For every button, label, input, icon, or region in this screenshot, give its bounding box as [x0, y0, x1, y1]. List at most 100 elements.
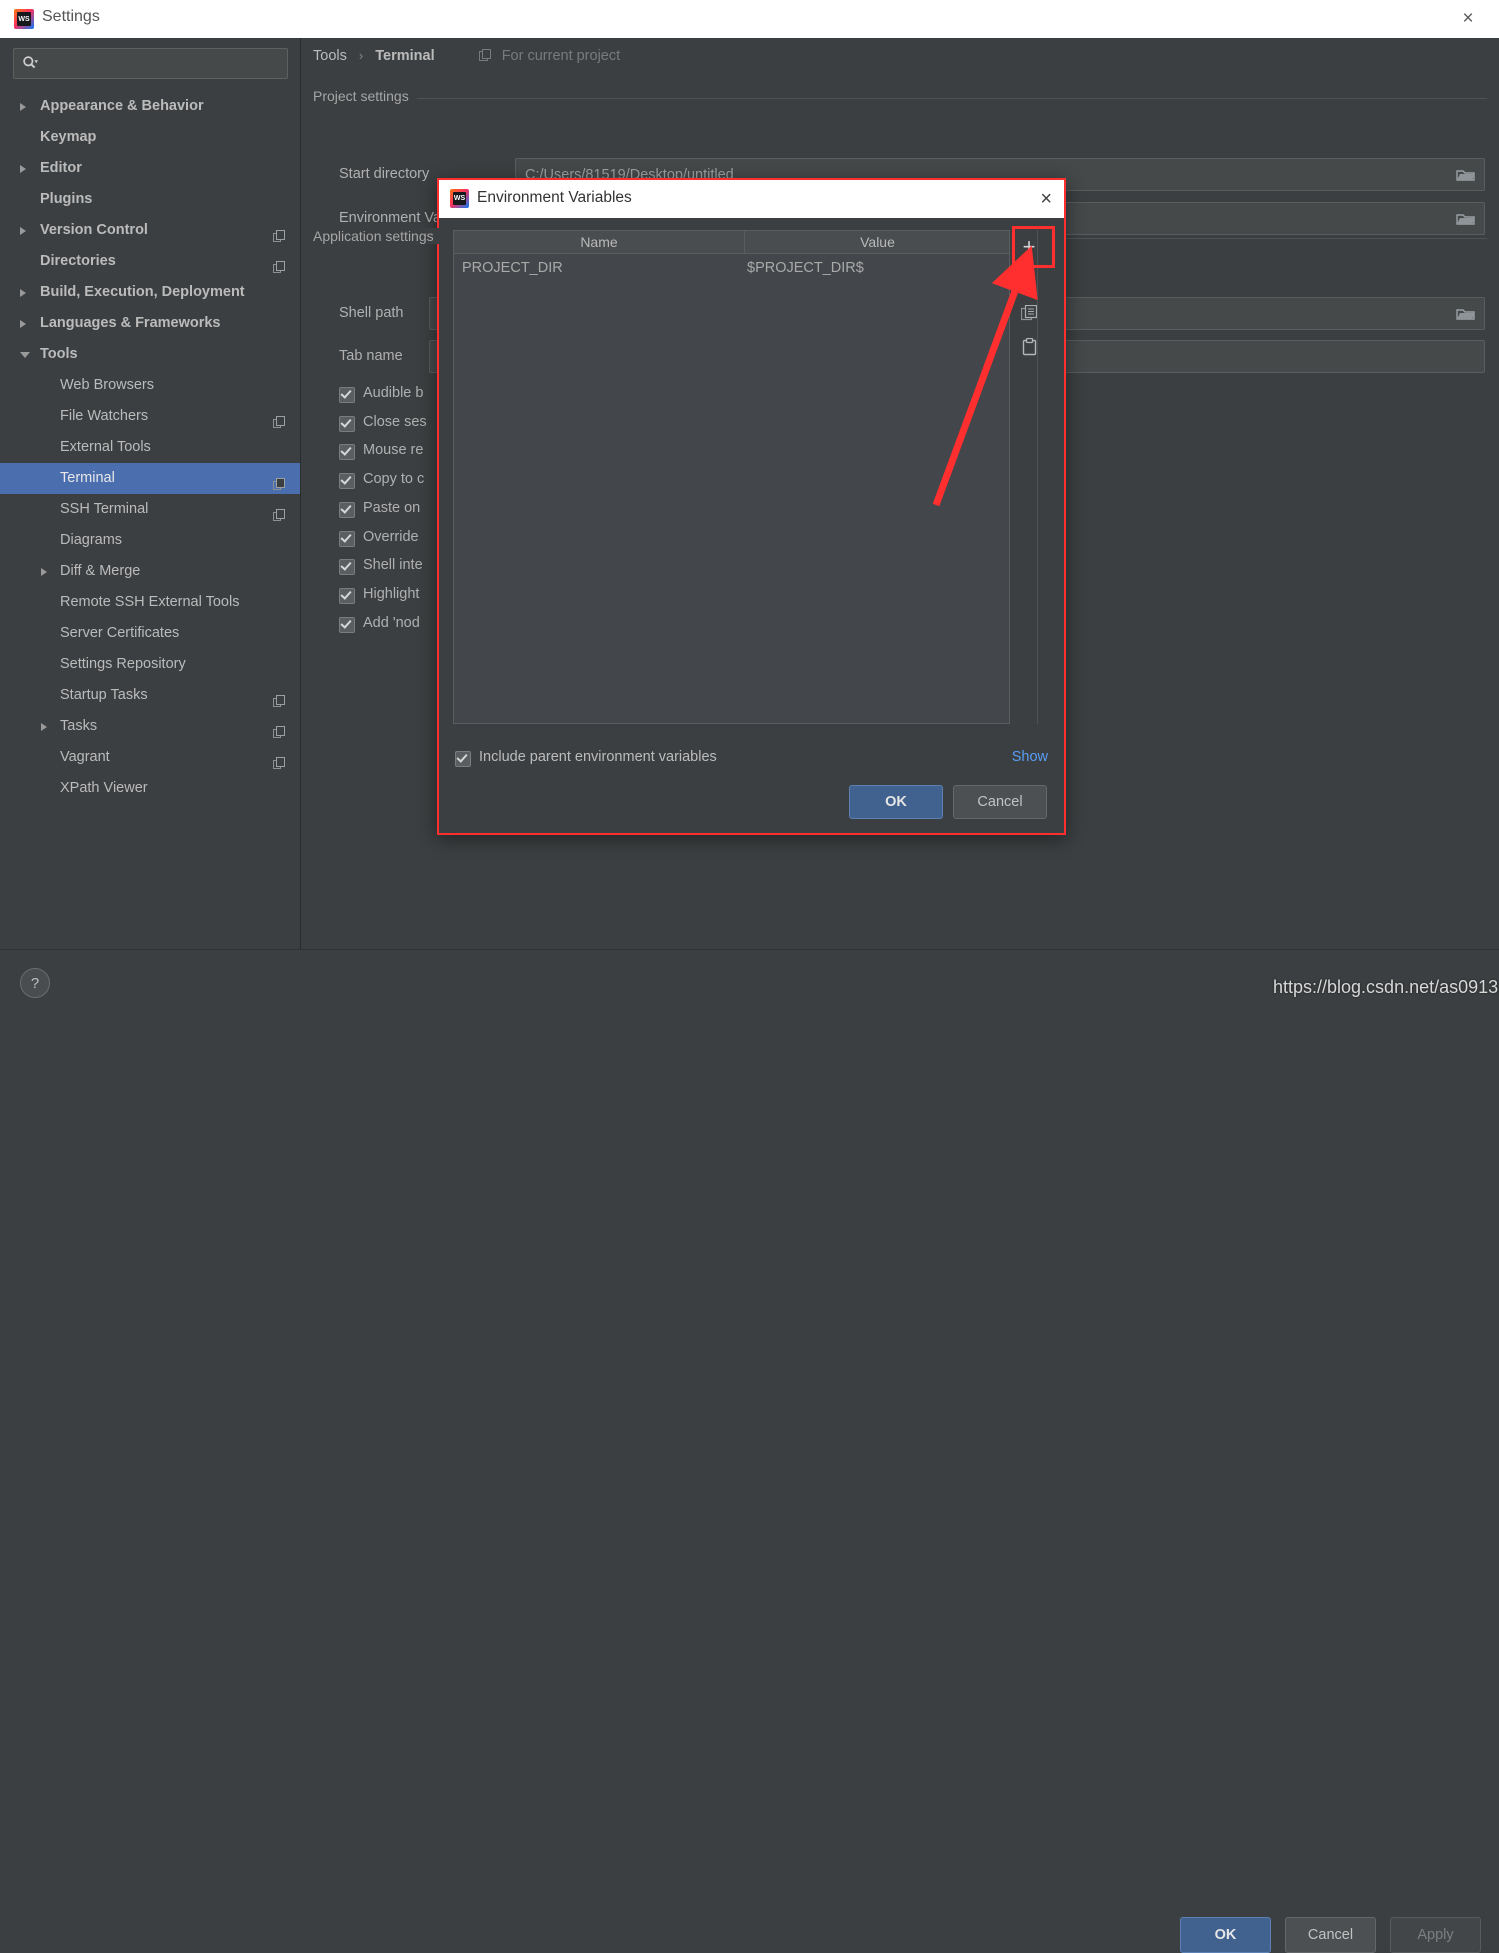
settings-window: Settings × Appearance & Behavior Keymap Ed… — [0, 0, 1499, 1953]
chevron-right-icon[interactable] — [20, 277, 32, 308]
sidebar-item-diff-merge[interactable]: Diff & Merge — [0, 556, 300, 587]
help-button[interactable]: ? — [20, 968, 50, 998]
application-settings-group-title: Application settings — [313, 228, 442, 244]
window-title: Settings — [42, 8, 100, 25]
sidebar-item-plugins[interactable]: Plugins — [0, 184, 300, 215]
sidebar-item-external-tools[interactable]: External Tools — [0, 432, 300, 463]
breadcrumb: Tools › Terminal For current project — [313, 48, 620, 66]
chevron-right-icon[interactable] — [20, 91, 32, 122]
tab-name-label: Tab name — [339, 348, 403, 364]
sidebar-item-label: XPath Viewer — [60, 780, 148, 796]
sidebar-item-label: Diff & Merge — [60, 563, 141, 579]
search-input[interactable] — [13, 48, 288, 79]
breadcrumb-current: Terminal — [375, 48, 435, 64]
sidebar-item-settings-repository[interactable]: Settings Repository — [0, 649, 300, 680]
sidebar-item-label: Languages & Frameworks — [40, 315, 221, 331]
triangle-glyph — [41, 567, 47, 576]
sidebar-item-diagrams[interactable]: Diagrams — [0, 525, 300, 556]
cancel-button[interactable]: Cancel — [1285, 1917, 1376, 1953]
project-scope-icon — [273, 720, 286, 738]
sidebar-item-label: Tools — [40, 346, 78, 362]
checkbox-box — [339, 444, 355, 461]
sidebar-item-label: Terminal — [60, 470, 115, 486]
column-header-name[interactable]: Name — [454, 231, 744, 253]
option-checkbox-label: Add 'nod — [363, 614, 420, 631]
triangle-glyph — [41, 722, 47, 731]
chevron-right-icon[interactable] — [20, 153, 32, 184]
chevron-down-icon[interactable] — [20, 339, 32, 370]
sidebar-item-label: Directories — [40, 253, 116, 269]
sidebar-item-version-control[interactable]: Version Control — [0, 215, 300, 246]
apply-button[interactable]: Apply — [1390, 1917, 1481, 1953]
breadcrumb-parent[interactable]: Tools — [313, 48, 347, 64]
chevron-right-icon[interactable] — [41, 556, 53, 587]
sidebar-item-terminal[interactable]: Terminal — [0, 463, 300, 494]
sidebar-item-web-browsers[interactable]: Web Browsers — [0, 370, 300, 401]
include-parent-label: Include parent environment variables — [479, 749, 717, 765]
sidebar-item-xpath-viewer[interactable]: XPath Viewer — [0, 773, 300, 804]
settings-tree: Appearance & Behavior Keymap Editor Plugins… — [0, 91, 300, 804]
checkbox-box — [339, 530, 355, 547]
cell-value: $PROJECT_DIR$ — [747, 260, 864, 276]
minus-icon: − — [1023, 270, 1035, 292]
ok-button[interactable]: OK — [1180, 1917, 1271, 1953]
sidebar-item-tasks[interactable]: Tasks — [0, 711, 300, 742]
dialog-titlebar: Environment Variables × — [439, 180, 1064, 218]
start-directory-label: Start directory — [339, 166, 430, 182]
browse-folder-icon[interactable] — [1456, 167, 1476, 183]
table-header-row: Name Value — [453, 230, 1010, 254]
table-scrollbar[interactable] — [1037, 230, 1050, 724]
sidebar-item-startup-tasks[interactable]: Startup Tasks — [0, 680, 300, 711]
sidebar-item-tools[interactable]: Tools — [0, 339, 300, 370]
checkbox-box — [339, 587, 355, 604]
sidebar-item-build-execution-deployment[interactable]: Build, Execution, Deployment — [0, 277, 300, 308]
window-close-icon[interactable]: × — [1445, 0, 1491, 38]
dialog-cancel-button[interactable]: Cancel — [953, 785, 1047, 819]
chevron-right-icon[interactable] — [20, 308, 32, 339]
project-settings-divider — [413, 98, 1487, 99]
sidebar-item-label: Plugins — [40, 191, 93, 207]
copy-icon — [1020, 304, 1038, 326]
browse-folder-icon[interactable] — [1456, 306, 1476, 322]
sidebar-item-appearance-behavior[interactable]: Appearance & Behavior — [0, 91, 300, 122]
sidebar-item-label: Version Control — [40, 222, 148, 238]
project-scope-icon — [273, 224, 286, 242]
scope-label: For current project — [501, 48, 621, 64]
sidebar-item-ssh-terminal[interactable]: SSH Terminal — [0, 494, 300, 525]
paste-icon — [1021, 337, 1038, 360]
browse-folder-icon[interactable] — [1456, 211, 1476, 227]
triangle-glyph — [20, 319, 26, 328]
sidebar-item-vagrant[interactable]: Vagrant — [0, 742, 300, 773]
option-checkbox-label: Close ses — [363, 413, 427, 430]
triangle-glyph — [20, 102, 26, 111]
scope-indicator: For current project — [478, 48, 621, 66]
shell-path-label: Shell path — [339, 305, 404, 321]
column-header-value[interactable]: Value — [744, 231, 1010, 253]
sidebar-item-label: Startup Tasks — [60, 687, 148, 703]
window-titlebar: Settings × — [0, 0, 1499, 39]
sidebar-item-languages-frameworks[interactable]: Languages & Frameworks — [0, 308, 300, 339]
settings-sidebar: Appearance & Behavior Keymap Editor Plugins… — [0, 38, 301, 949]
table-row[interactable]: PROJECT_DIR $PROJECT_DIR$ — [454, 254, 1009, 282]
project-scope-icon — [478, 49, 492, 66]
webstorm-logo-icon — [14, 9, 34, 29]
option-checkbox-label: Shell inte — [363, 557, 423, 574]
checkbox-box — [339, 616, 355, 633]
sidebar-item-editor[interactable]: Editor — [0, 153, 300, 184]
chevron-right-icon[interactable] — [41, 711, 53, 742]
sidebar-item-file-watchers[interactable]: File Watchers — [0, 401, 300, 432]
webstorm-logo-icon — [450, 189, 469, 208]
triangle-glyph — [20, 164, 26, 173]
checkbox-box — [339, 387, 355, 403]
sidebar-item-directories[interactable]: Directories — [0, 246, 300, 277]
chevron-right-icon[interactable] — [20, 215, 32, 246]
dialog-ok-button[interactable]: OK — [849, 785, 943, 819]
project-scope-icon — [273, 503, 286, 521]
option-checkbox-label: Copy to c — [363, 471, 425, 488]
dialog-close-icon[interactable]: × — [1040, 188, 1052, 211]
sidebar-item-server-certificates[interactable]: Server Certificates — [0, 618, 300, 649]
show-link[interactable]: Show — [1012, 749, 1048, 765]
sidebar-item-label: File Watchers — [60, 408, 149, 424]
sidebar-item-keymap[interactable]: Keymap — [0, 122, 300, 153]
sidebar-item-remote-ssh-external-tools[interactable]: Remote SSH External Tools — [0, 587, 300, 618]
